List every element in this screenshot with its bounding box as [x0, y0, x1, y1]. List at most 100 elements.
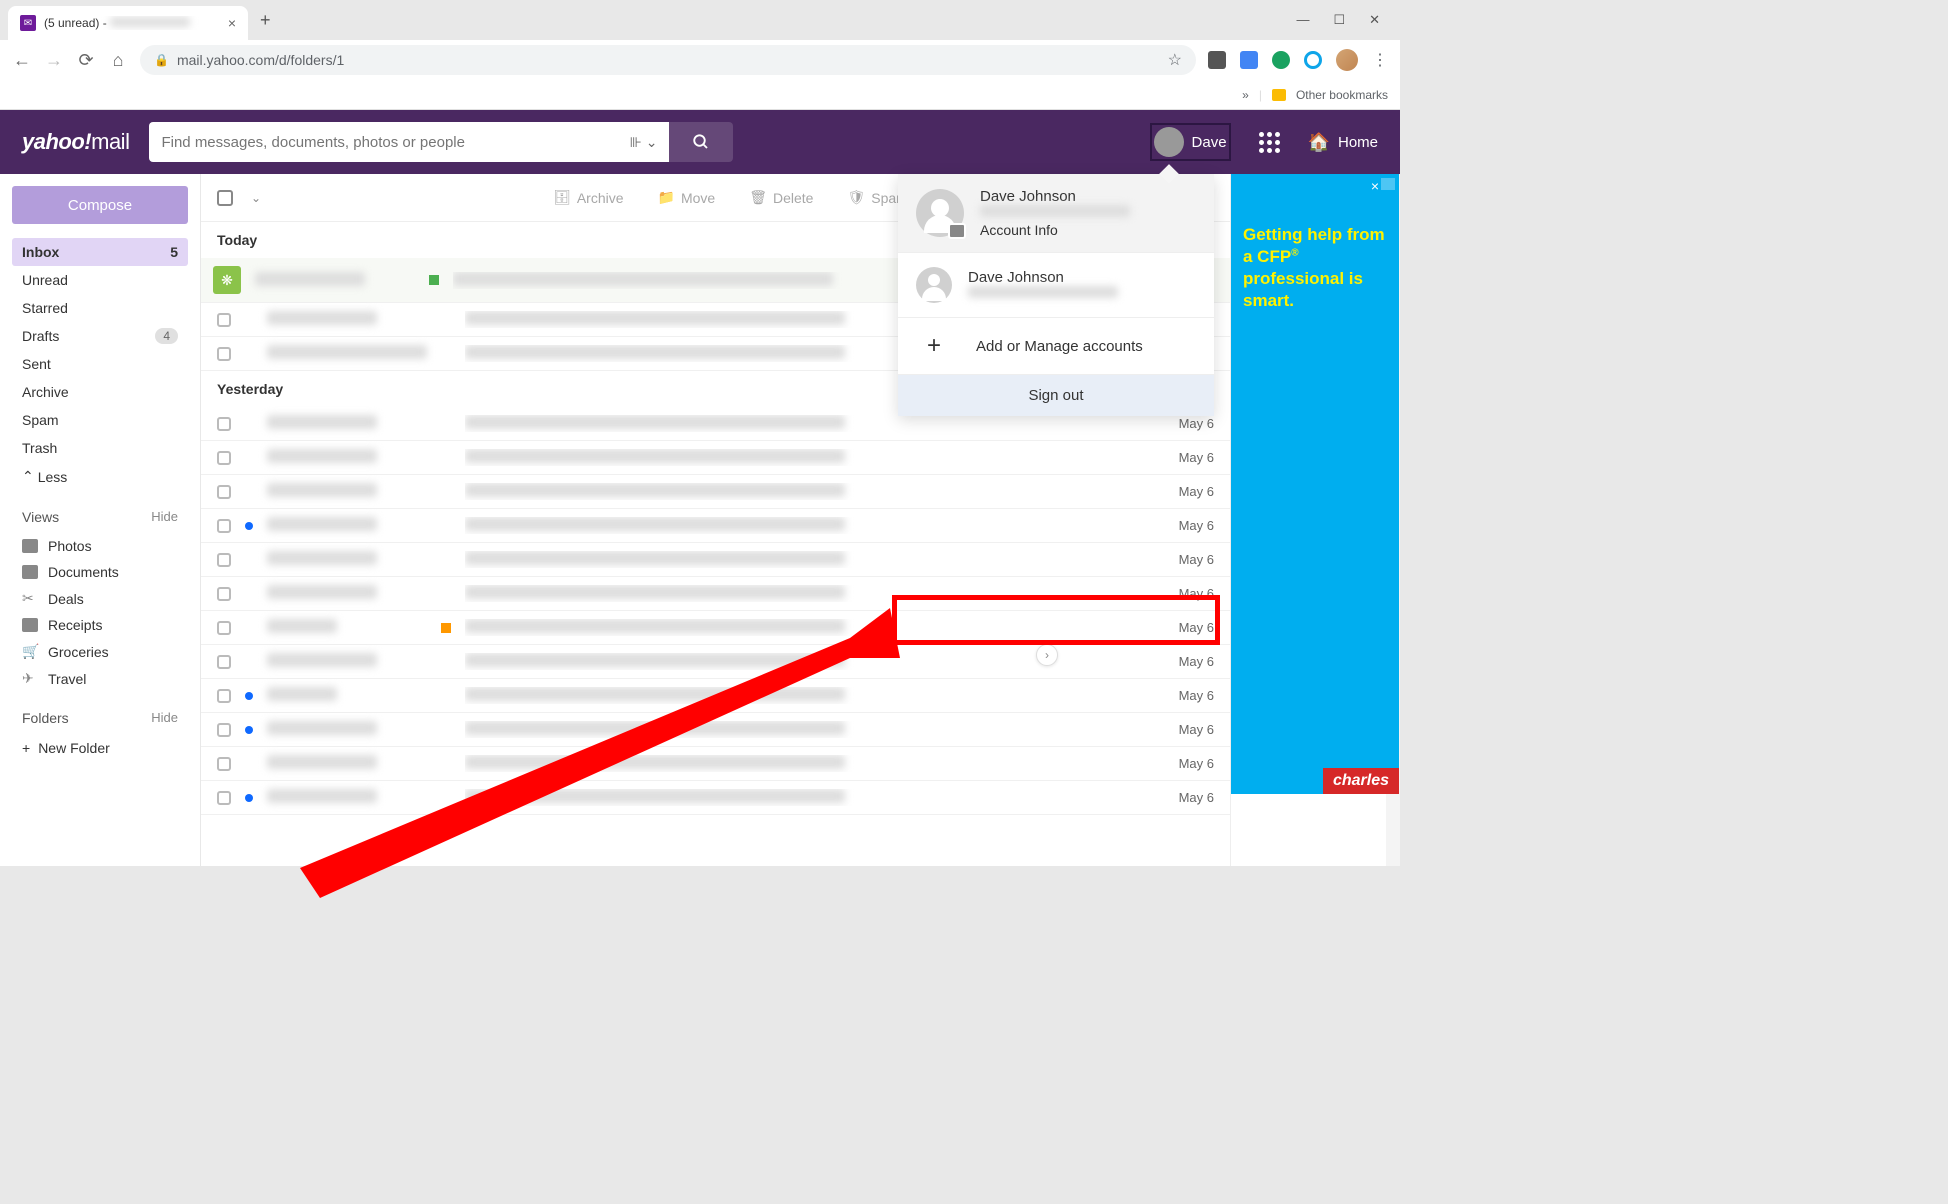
tab-close-icon[interactable]: × — [228, 15, 236, 31]
message-row[interactable]: May 6 — [201, 747, 1230, 781]
sidebar-item-drafts[interactable]: Drafts 4 — [12, 322, 188, 350]
message-checkbox[interactable] — [217, 757, 231, 771]
view-photos[interactable]: Photos — [12, 533, 188, 559]
message-row[interactable]: May 6 — [201, 645, 1230, 679]
view-travel[interactable]: ✈Travel — [12, 665, 188, 692]
message-checkbox[interactable] — [217, 655, 231, 669]
message-checkbox[interactable] — [217, 313, 231, 327]
message-row[interactable]: May 6 — [201, 509, 1230, 543]
camera-icon[interactable] — [948, 223, 966, 239]
message-row[interactable]: May 6 — [201, 713, 1230, 747]
message-row[interactable]: May 6 — [201, 543, 1230, 577]
extension-icon[interactable] — [1208, 51, 1226, 69]
view-documents[interactable]: Documents — [12, 559, 188, 585]
account-secondary[interactable]: Dave Johnson — [898, 253, 1214, 318]
view-receipts[interactable]: Receipts — [12, 612, 188, 638]
message-row[interactable]: May 6 — [201, 441, 1230, 475]
message-checkbox[interactable] — [217, 723, 231, 737]
search-button[interactable] — [669, 122, 733, 162]
sidebar-item-unread[interactable]: Unread — [12, 266, 188, 294]
message-checkbox[interactable] — [217, 587, 231, 601]
plus-icon: + — [916, 332, 952, 360]
url-bar[interactable]: 🔒 mail.yahoo.com/d/folders/1 ☆ — [140, 45, 1196, 75]
extension-icon[interactable] — [1240, 51, 1258, 69]
account-email — [980, 205, 1196, 220]
message-checkbox[interactable] — [217, 791, 231, 805]
folders-hide-button[interactable]: Hide — [151, 710, 178, 726]
browser-menu-icon[interactable]: ⋮ — [1372, 50, 1388, 70]
minimize-button[interactable]: — — [1296, 12, 1309, 28]
archive-button[interactable]: 🗄Archive — [553, 189, 623, 206]
ad-brand: charles — [1323, 768, 1399, 794]
compose-button[interactable]: Compose — [12, 186, 188, 224]
profile-avatar[interactable] — [1336, 49, 1358, 71]
deals-icon: ✂ — [22, 590, 38, 607]
message-row[interactable]: May 6 — [201, 781, 1230, 815]
sidebar-item-starred[interactable]: Starred — [12, 294, 188, 322]
reload-button[interactable]: ⟳ — [76, 50, 96, 71]
home-button[interactable]: ⌂ — [108, 50, 128, 71]
advertisement[interactable]: × Getting help from a CFP® professional … — [1231, 174, 1399, 794]
forward-button[interactable]: → — [44, 50, 64, 71]
user-menu-button[interactable]: Dave — [1150, 123, 1231, 161]
tab-title: (5 unread) - — [44, 16, 220, 30]
yahoo-mail-logo[interactable]: yahoo!mail — [22, 129, 129, 155]
message-row[interactable]: May 6 — [201, 611, 1230, 645]
new-folder-button[interactable]: + New Folder — [12, 734, 188, 762]
extension-icon[interactable] — [1272, 51, 1290, 69]
message-checkbox[interactable] — [217, 485, 231, 499]
bookmark-star-icon[interactable]: ☆ — [1168, 50, 1182, 70]
account-primary[interactable]: Dave Johnson Account Info — [898, 174, 1214, 253]
sidebar-item-archive[interactable]: Archive — [12, 378, 188, 406]
message-checkbox[interactable] — [217, 553, 231, 567]
select-all-checkbox[interactable] — [217, 190, 233, 206]
search-box[interactable]: ⊪ ⌄ — [149, 122, 669, 162]
select-dropdown-icon[interactable]: ⌄ — [251, 191, 261, 205]
move-button[interactable]: 📁Move — [658, 189, 716, 206]
message-row[interactable]: May 6 — [201, 475, 1230, 509]
message-checkbox[interactable] — [217, 451, 231, 465]
close-window-button[interactable]: ✕ — [1369, 12, 1380, 28]
message-checkbox[interactable] — [217, 519, 231, 533]
bookmarks-overflow-icon[interactable]: » — [1242, 88, 1249, 102]
sidebar-item-spam[interactable]: Spam — [12, 406, 188, 434]
message-checkbox[interactable] — [217, 621, 231, 635]
search-filter-icon[interactable]: ⊪ ⌄ — [630, 134, 658, 151]
search-input[interactable] — [161, 134, 629, 151]
message-row[interactable]: May 6 — [201, 679, 1230, 713]
collapse-panel-icon[interactable]: › — [1036, 644, 1058, 666]
message-checkbox[interactable] — [217, 689, 231, 703]
sidebar-less-toggle[interactable]: ⌃ Less — [12, 462, 188, 491]
apps-grid-icon[interactable] — [1259, 132, 1280, 153]
ad-flag-icon[interactable] — [1381, 178, 1395, 190]
add-manage-accounts[interactable]: + Add or Manage accounts — [898, 318, 1214, 375]
sign-out-button[interactable]: Sign out — [898, 375, 1214, 416]
receipts-icon — [22, 618, 38, 632]
account-email — [968, 286, 1196, 301]
view-groceries[interactable]: 🛒Groceries — [12, 638, 188, 665]
back-button[interactable]: ← — [12, 50, 32, 71]
extension-icon[interactable] — [1304, 51, 1322, 69]
views-hide-button[interactable]: Hide — [151, 509, 178, 525]
window-controls: — ☐ ✕ — [1296, 12, 1392, 28]
search-icon — [692, 133, 710, 151]
sidebar-item-trash[interactable]: Trash — [12, 434, 188, 462]
account-info-link[interactable]: Account Info — [980, 222, 1196, 238]
folder-icon — [1272, 89, 1286, 101]
ad-close-icon[interactable]: × — [1371, 178, 1379, 194]
bookmarks-bar: » | Other bookmarks — [0, 80, 1400, 110]
browser-tab[interactable]: (5 unread) - × — [8, 6, 248, 40]
sidebar-item-sent[interactable]: Sent — [12, 350, 188, 378]
message-row[interactable]: May 6 — [201, 577, 1230, 611]
sidebar-item-inbox[interactable]: Inbox 5 — [12, 238, 188, 266]
other-bookmarks-button[interactable]: Other bookmarks — [1296, 88, 1388, 102]
home-link[interactable]: 🏠 Home — [1308, 132, 1378, 153]
delete-button[interactable]: 🗑Delete — [749, 189, 813, 206]
maximize-button[interactable]: ☐ — [1333, 12, 1345, 28]
view-deals[interactable]: ✂Deals — [12, 585, 188, 612]
folder-list: Inbox 5 Unread Starred Drafts 4 Sent Arc… — [12, 238, 188, 491]
new-tab-button[interactable]: + — [260, 10, 271, 31]
message-checkbox[interactable] — [217, 417, 231, 431]
photos-icon — [22, 539, 38, 553]
message-checkbox[interactable] — [217, 347, 231, 361]
